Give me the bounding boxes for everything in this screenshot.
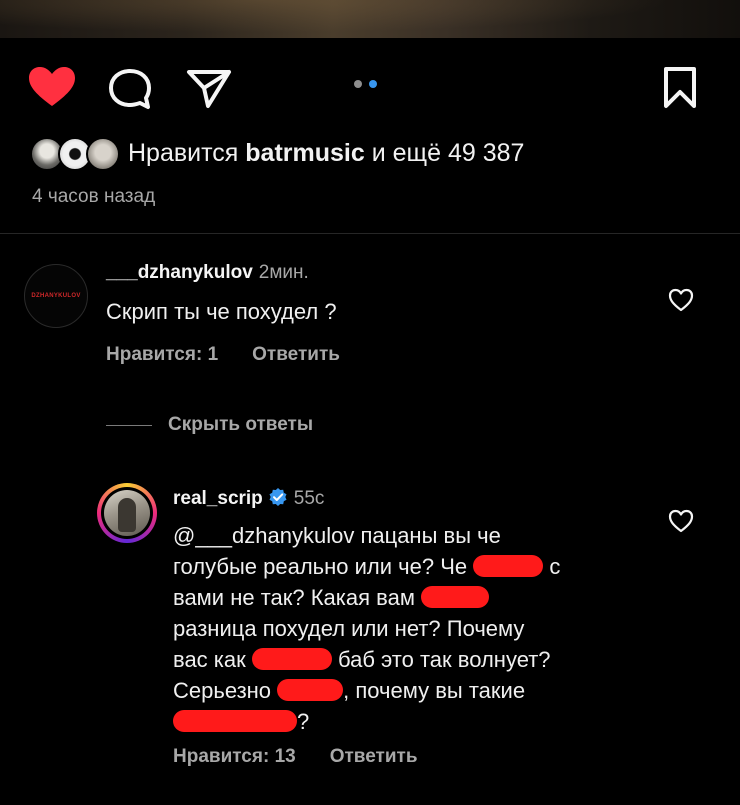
reply-text-part: с <box>549 554 561 579</box>
comment-icon[interactable] <box>106 67 154 111</box>
reply-header: real_scrip 55с <box>173 487 324 510</box>
liker-username[interactable]: batrmusic <box>245 139 364 167</box>
bookmark-icon[interactable] <box>660 66 700 110</box>
comment-likes[interactable]: Нравится: 1 <box>106 344 218 365</box>
carousel-dot <box>354 80 362 88</box>
reply-text-part: голубые реально или че? Че <box>173 554 468 579</box>
reply-text-part: вас как <box>173 647 246 672</box>
likes-summary[interactable]: Нравится batrmusic и ещё 49 387 <box>30 135 524 171</box>
reply-button[interactable]: Ответить <box>330 746 418 767</box>
comment-text: Скрип ты че похудел ? <box>106 299 337 324</box>
reply-likes[interactable]: Нравится: 13 <box>173 746 296 767</box>
hide-replies-line <box>106 425 152 426</box>
reply-time: 55с <box>293 488 325 509</box>
reply-text-part: вами не так? Какая вам <box>173 585 415 610</box>
liker-avatar <box>86 137 120 171</box>
post-photo-bottom[interactable] <box>0 0 740 38</box>
comment-meta: Нравится: 1 Ответить <box>106 344 340 366</box>
reply-text-part: @___dzhanykulov пацаны вы че <box>173 523 501 548</box>
reply-line: ? <box>173 706 309 737</box>
reply-line: разница похудел или нет? Почему <box>173 613 524 644</box>
reply-username[interactable]: real_scrip <box>173 488 263 509</box>
reply-text-part: ? <box>297 709 310 734</box>
reply-meta: Нравится: 13 Ответить <box>173 746 418 768</box>
verified-badge-icon <box>269 488 287 506</box>
photo-shade <box>0 0 740 38</box>
hide-replies-button[interactable]: Скрыть ответы <box>168 414 313 436</box>
reply-line: вас как баб это так волнует? <box>173 644 551 675</box>
carousel-dot-active <box>369 80 377 88</box>
reply-button[interactable]: Ответить <box>252 344 340 365</box>
heart-filled-icon[interactable] <box>27 66 77 108</box>
avatar-figure <box>118 498 136 532</box>
heart-outline-icon[interactable] <box>668 288 694 312</box>
likes-prefix: Нравится <box>128 138 239 167</box>
divider <box>0 233 740 234</box>
redaction-mark <box>421 586 490 608</box>
reply-line: Серьезно , почему вы такие <box>173 675 525 706</box>
redaction-mark <box>251 648 332 670</box>
liker-avatars <box>30 136 122 171</box>
avatar[interactable] <box>104 490 150 536</box>
carousel-indicator <box>354 78 394 90</box>
reply-line: вами не так? Какая вам <box>173 582 490 613</box>
redaction-mark <box>473 555 544 577</box>
redaction-mark <box>277 679 344 701</box>
reply-line: голубые реально или че? Че с <box>173 551 560 582</box>
send-icon[interactable] <box>184 66 234 110</box>
avatar[interactable]: DZHANYKULOV <box>24 264 88 328</box>
comment-header: ___dzhanykulov 2мин. <box>106 262 309 284</box>
likes-text: Нравится batrmusic и ещё 49 387 <box>128 139 524 168</box>
comment-time: 2мин. <box>258 262 309 283</box>
reply-text-part: , почему вы такие <box>343 678 526 703</box>
heart-outline-icon[interactable] <box>668 509 694 533</box>
avatar-text: DZHANYKULOV <box>31 293 81 299</box>
reply-text-part: разница похудел или нет? Почему <box>173 616 525 641</box>
reply-text-part: баб это так волнует? <box>338 647 551 672</box>
reply-text-part: Серьезно <box>173 678 272 703</box>
redaction-mark <box>173 710 297 732</box>
reply-line: @___dzhanykulov пацаны вы че <box>173 520 501 551</box>
comment-username[interactable]: ___dzhanykulov <box>106 262 253 283</box>
likes-count[interactable]: и ещё 49 387 <box>372 139 525 167</box>
post-time: 4 часов назад <box>32 186 156 207</box>
